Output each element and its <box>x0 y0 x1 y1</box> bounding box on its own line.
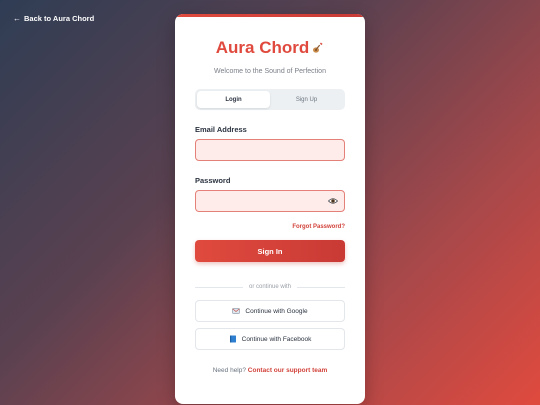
envelope-icon <box>232 308 241 314</box>
back-link-label: Back to Aura Chord <box>24 14 95 23</box>
arrow-left-icon: ← <box>13 13 21 23</box>
facebook-login-label: Continue with Facebook <box>241 335 312 343</box>
sign-in-button[interactable]: Sign In <box>195 240 345 262</box>
login-card: Aura Chord Welcome to the Sound of Perfe… <box>175 14 365 404</box>
divider-line-right <box>297 286 345 288</box>
facebook-login-button[interactable]: Continue with Facebook <box>195 328 345 350</box>
guitar-icon <box>313 42 323 53</box>
email-field[interactable] <box>196 141 344 162</box>
auth-tabs: Login Sign Up <box>195 89 345 110</box>
eye-icon[interactable] <box>328 196 338 206</box>
support-link[interactable]: Contact our support team <box>248 367 327 374</box>
card-accent-bar <box>175 14 365 17</box>
password-field-wrapper <box>195 190 345 213</box>
password-field[interactable] <box>196 192 344 213</box>
forgot-password-link[interactable]: Forgot Password? <box>195 224 345 230</box>
help-prefix: Need help? <box>212 367 246 374</box>
brand-name: Aura Chord <box>215 38 310 57</box>
email-field-wrapper <box>195 139 345 162</box>
password-label: Password <box>195 176 231 185</box>
blue-book-icon <box>229 335 236 343</box>
google-login-button[interactable]: Continue with Google <box>195 300 345 322</box>
divider-line-left <box>195 286 243 288</box>
brand-title: Aura Chord <box>175 38 365 58</box>
tagline: Welcome to the Sound of Perfection <box>214 68 326 75</box>
divider: or continue with <box>195 284 345 290</box>
back-link[interactable]: ← Back to Aura Chord <box>13 14 94 23</box>
tab-sign-up[interactable]: Sign Up <box>270 91 343 108</box>
tab-login[interactable]: Login <box>197 91 270 108</box>
divider-text: or continue with <box>248 284 292 290</box>
google-login-label: Continue with Google <box>245 307 308 315</box>
help-text: Need help? Contact our support team <box>175 367 365 374</box>
email-label: Email Address <box>195 125 247 134</box>
